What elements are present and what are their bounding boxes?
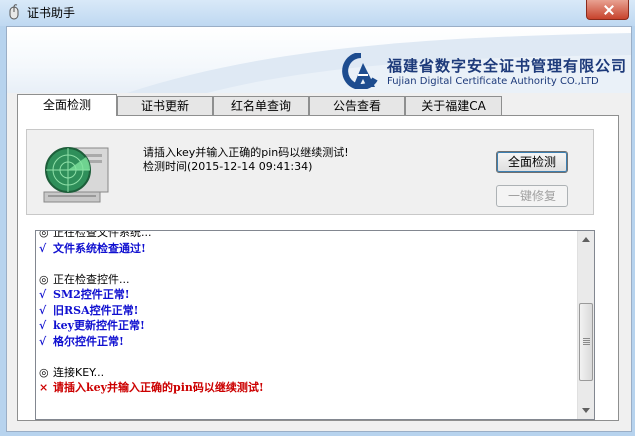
log-text: 请插入key并输入正确的pin码以继续测试! <box>53 381 264 394</box>
check-icon: √ <box>39 288 47 301</box>
check-icon: √ <box>39 334 47 348</box>
error-x-icon: × <box>39 381 49 394</box>
radar-computer-icon <box>43 147 109 203</box>
title-bar[interactable]: 证书助手 <box>0 0 635 26</box>
check-time-label: 检测时间(2015-12-14 09:41:34) <box>143 160 313 173</box>
log-line: √ 旧RSA控件正常! <box>39 303 575 319</box>
log-lines: ◎ 正在检查文件系统... √ 文件系统检查通过! ◎ 正在检查控件... √ SM2控件正常… <box>39 230 575 396</box>
app-window: 证书助手 福建省数字安全证书管理有限公司 Fujian Digital Cert… <box>0 0 635 436</box>
log-text: 文件系统检查通过! <box>53 241 146 255</box>
tab-notice-view[interactable]: 公告查看 <box>309 96 405 115</box>
check-icon: √ <box>39 241 47 255</box>
tab-redlist-query[interactable]: 红名单查询 <box>213 96 309 115</box>
header-banner: 福建省数字安全证书管理有限公司 Fujian Digital Certifica… <box>7 27 631 93</box>
log-line: ◎ 正在检查文件系统... <box>39 230 575 241</box>
close-button[interactable] <box>586 0 629 20</box>
mouse-icon <box>9 4 19 20</box>
log-line: √ 文件系统检查通过! <box>39 241 575 257</box>
bullet-icon: ◎ <box>39 230 49 239</box>
tab-cert-update[interactable]: 证书更新 <box>117 96 213 115</box>
bullet-icon: ◎ <box>39 365 49 379</box>
log-line: √ key更新控件正常! <box>39 318 575 334</box>
log-text: 旧RSA控件正常! <box>53 303 139 317</box>
ca-logo-icon <box>342 53 378 89</box>
log-text: 格尔控件正常! <box>53 334 124 348</box>
log-text: SM2控件正常! <box>53 288 130 301</box>
log-text: 连接KEY... <box>53 365 105 379</box>
full-check-button[interactable]: 全面检测 <box>496 151 568 173</box>
log-output[interactable]: ◎ 正在检查文件系统... √ 文件系统检查通过! ◎ 正在检查控件... √ SM2控件正常… <box>35 230 595 420</box>
status-group: 请插入key并输入正确的pin码以继续测试! 检测时间(2015-12-14 0… <box>26 129 594 215</box>
tab-full-check[interactable]: 全面检测 <box>17 94 117 116</box>
log-text: key更新控件正常! <box>53 319 145 332</box>
window-title: 证书助手 <box>27 6 76 20</box>
log-line: ◎ 正在检查控件... <box>39 272 575 288</box>
check-icon: √ <box>39 303 47 317</box>
log-line: × 请插入key并输入正确的pin码以继续测试! <box>39 380 575 396</box>
log-line: √ 格尔控件正常! <box>39 334 575 350</box>
scroll-up-arrow-icon[interactable] <box>578 231 594 248</box>
tab-about-fjca[interactable]: 关于福建CA <box>405 96 502 115</box>
log-text: 正在检查文件系统... <box>53 230 152 239</box>
scroll-down-arrow-icon[interactable] <box>578 402 594 419</box>
log-line: √ SM2控件正常! <box>39 287 575 303</box>
log-blank-line <box>39 349 575 365</box>
log-blank-line <box>39 256 575 272</box>
log-text: 正在检查控件... <box>53 272 130 286</box>
bullet-icon: ◎ <box>39 272 49 286</box>
check-icon: √ <box>39 319 47 332</box>
organization-name-en: Fujian Digital Certificate Authority CO.… <box>387 76 599 87</box>
scrollbar-thumb[interactable] <box>579 303 593 381</box>
client-area: 福建省数字安全证书管理有限公司 Fujian Digital Certifica… <box>6 26 632 432</box>
log-line: ◎ 连接KEY... <box>39 365 575 381</box>
organization-name-cn: 福建省数字安全证书管理有限公司 <box>387 57 628 75</box>
one-click-repair-button[interactable]: 一键修复 <box>496 185 568 207</box>
vertical-scrollbar[interactable] <box>577 231 594 419</box>
